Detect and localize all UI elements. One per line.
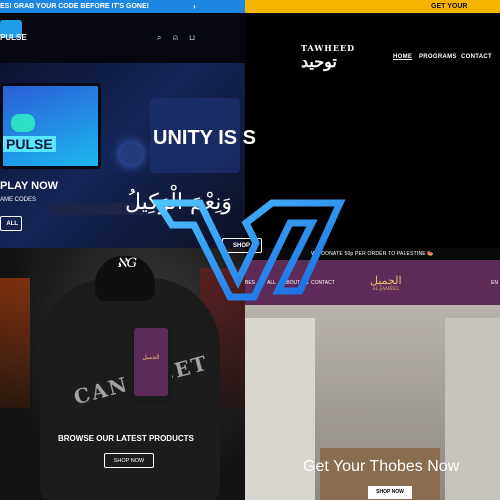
- site-logo[interactable]: الجميل AL-JAMEEL: [370, 274, 402, 292]
- cart-icon[interactable]: ⊔: [189, 33, 195, 42]
- nav-contact[interactable]: CONTACT: [461, 54, 492, 60]
- logo-arabic: توحيد: [301, 52, 337, 71]
- logo-arabic: الجميل: [370, 274, 402, 287]
- logo-english: AL-JAMEEL: [372, 287, 400, 292]
- user-icon[interactable]: ⍝: [173, 33, 178, 43]
- search-icon[interactable]: ⌕: [157, 33, 161, 43]
- phone-image: الجميل: [130, 322, 172, 404]
- monitor-image: PULSE: [0, 83, 101, 169]
- chevron-right-icon[interactable]: ›: [193, 0, 196, 13]
- announcement-bar[interactable]: GET YOUR PROGRAM: [245, 0, 500, 23]
- phone-logo: الجميل: [142, 354, 160, 361]
- hero-title: BROWSE OUR LATEST PRODUCTS: [58, 434, 194, 443]
- apparel-logo[interactable]: ℵG: [117, 256, 137, 271]
- monitor-brand: PULSE: [3, 136, 56, 152]
- shop-all-button[interactable]: ALL: [0, 216, 22, 231]
- lamp-image: [120, 143, 142, 165]
- w-logo-icon: [151, 199, 346, 301]
- nav-home[interactable]: HOME: [393, 54, 412, 60]
- announcement-bar[interactable]: ES! GRAB YOUR CODE BEFORE IT'S GONE! ›: [0, 0, 245, 13]
- gamepad-icon: [11, 114, 35, 132]
- nav-programs[interactable]: PROGRAMS: [419, 54, 457, 60]
- hero-subtitle: AME CODES: [0, 197, 37, 203]
- hero-title: PLAY NOW: [0, 180, 59, 192]
- site-header: [0, 13, 245, 63]
- announcement-text: ES! GRAB YOUR CODE BEFORE IT'S GONE!: [0, 3, 149, 10]
- neon-sign-image: [0, 278, 30, 408]
- tawheed-hero-title: UNITY IS S: [153, 127, 256, 149]
- language-selector[interactable]: EN: [491, 280, 498, 286]
- phone-screen: الجميل: [134, 328, 168, 396]
- site-logo-text[interactable]: PULSE: [0, 33, 27, 42]
- thobes-hero-title: Get Your Thobes Now: [303, 458, 460, 475]
- shop-now-button[interactable]: SHOP NOW: [104, 453, 154, 468]
- shop-now-button[interactable]: SHOP NOW: [368, 486, 412, 499]
- site-logo[interactable]: TAWHEED توحيد: [301, 43, 355, 71]
